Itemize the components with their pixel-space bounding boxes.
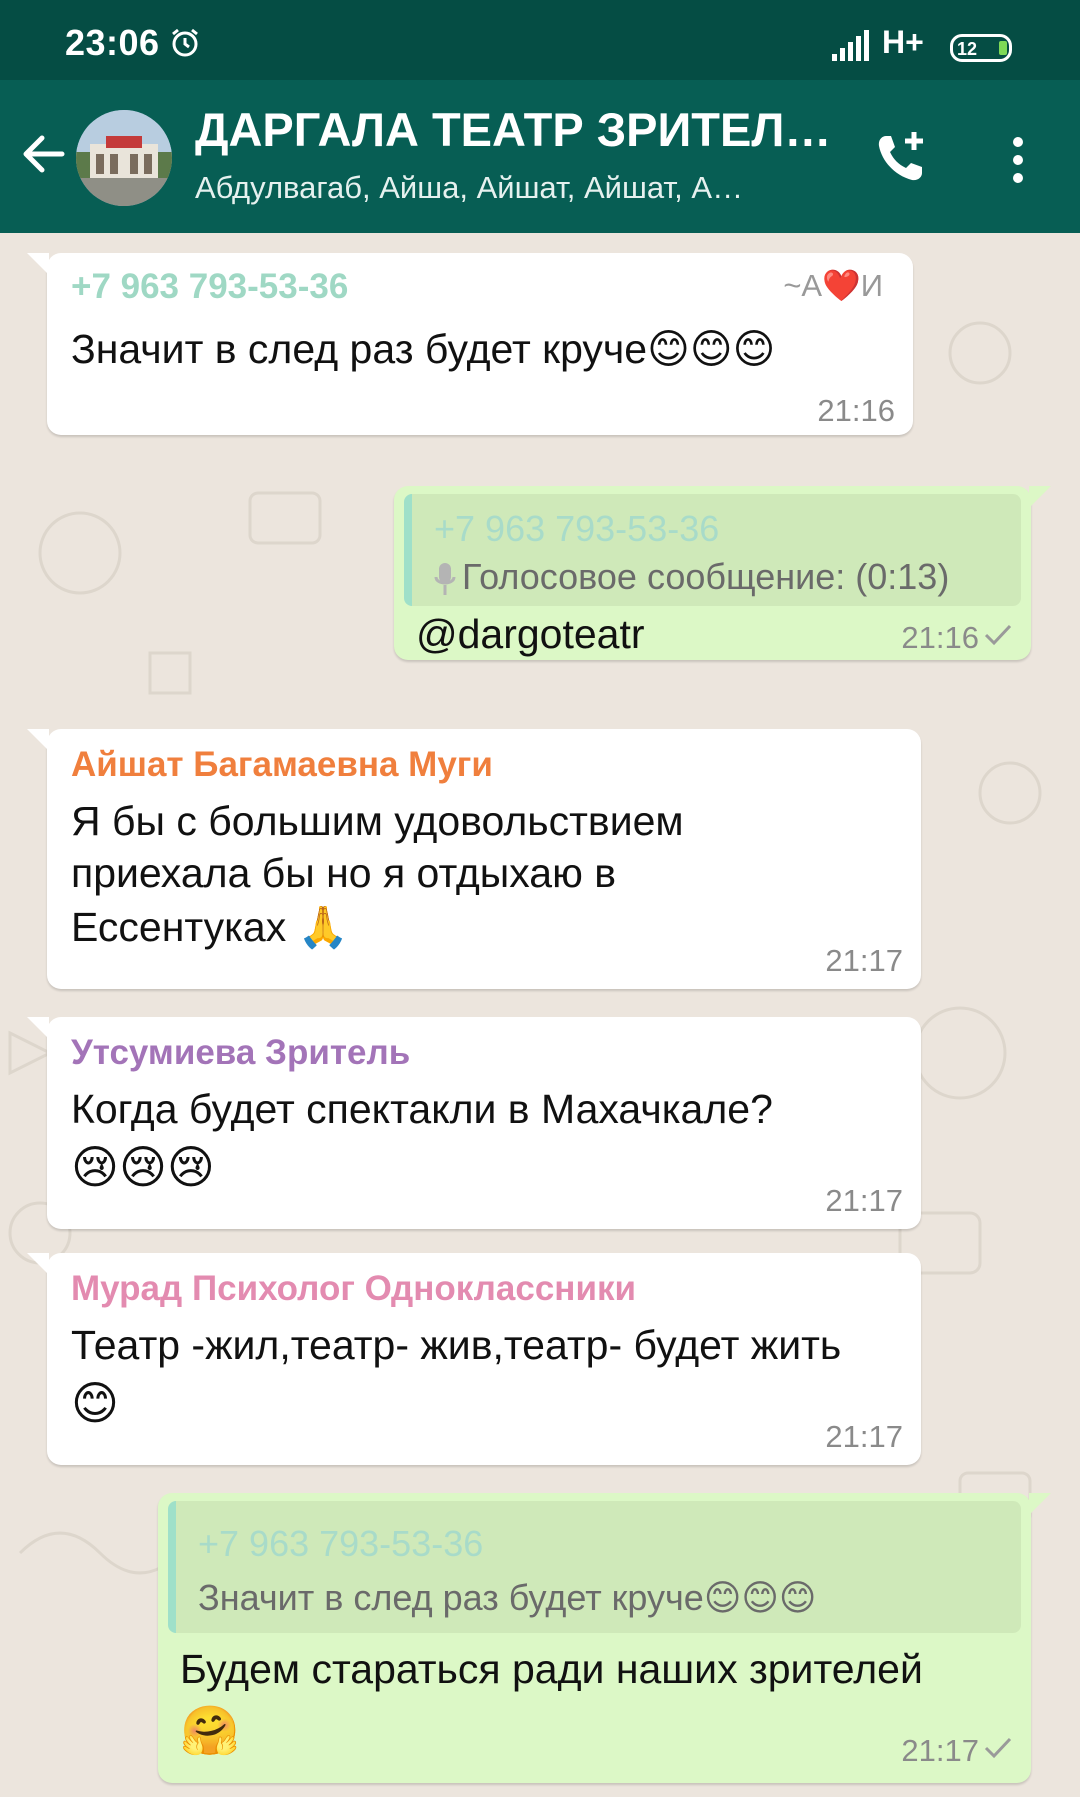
battery-icon: 12 [950,34,1012,62]
message-time: 21:17 [825,1419,903,1454]
message-sender[interactable]: Мурад Психолог Одноклассники [71,1269,636,1309]
chat-area[interactable]: +7 963 793-53-36 ~А❤️И Значит в след раз… [0,233,1080,1797]
message-text: @dargoteatr [416,611,645,657]
chat-header: ДАРГАЛА ТЕАТР ЗРИТЕЛ… Абдулвагаб, Айша, … [0,80,1080,233]
message-time: 21:17 [901,1733,979,1768]
quoted-text-row: Голосовое сообщение: (0:13) [434,556,949,598]
message-sender[interactable]: Утсумиева Зритель [71,1033,410,1073]
message-text: Значит в след раз будет круче😊😊😊 [71,326,776,372]
message-bubble-incoming[interactable]: +7 963 793-53-36 ~А❤️И Значит в след раз… [27,253,913,435]
microphone-icon [434,563,456,596]
message-time: 21:17 [825,1183,903,1218]
message-text-line: Я бы с большим удовольствием [71,798,684,844]
network-type: H+ [882,24,924,60]
add-call-icon[interactable] [872,128,932,188]
back-arrow-icon[interactable] [18,128,70,180]
chat-participants[interactable]: Абдулвагаб, Айша, Айшат, Айшат, А… [195,170,815,206]
quoted-sender: +7 963 793-53-36 [434,508,720,549]
sent-check-icon [984,1737,1012,1759]
quoted-sender: +7 963 793-53-36 [198,1523,484,1564]
quoted-text: Значит в след раз будет круче😊😊😊 [198,1577,817,1618]
message-text-line: приехала бы но я отдыхаю в [71,850,617,896]
message-text-line: Театр -жил,театр- жив,театр- будет жить [71,1322,842,1368]
message-text-line: Будем стараться ради наших зрителей [180,1646,923,1692]
sent-check-icon [984,624,1012,646]
message-sender[interactable]: Айшат Багамаевна Муги [71,745,493,785]
message-sender-nickname: ~А❤️И [783,268,883,303]
quoted-text: Голосовое сообщение: (0:13) [462,556,950,597]
message-bubble-outgoing[interactable]: +7 963 793-53-36 Значит в след раз будет… [158,1493,1051,1783]
group-avatar[interactable] [76,110,172,206]
battery-level: 12 [957,39,978,59]
message-time: 21:17 [825,943,903,978]
alarm-icon [172,28,198,57]
quoted-message[interactable]: +7 963 793-53-36 Значит в след раз будет… [168,1501,1021,1633]
message-text-line: 🤗 [180,1705,240,1758]
message-text-line: Когда будет спектакли в Махачкале? [71,1086,773,1132]
quoted-message[interactable]: +7 963 793-53-36 Голосовое сообщение: (0… [404,494,1021,606]
message-bubble-incoming[interactable]: Айшат Багамаевна Муги Я бы с большим удо… [27,729,921,989]
status-time: 23:06 [65,22,160,63]
status-bar: 23:06 H+ 12 [0,0,1080,80]
message-sender[interactable]: +7 963 793-53-36 [71,267,348,307]
message-bubble-outgoing[interactable]: +7 963 793-53-36 Голосовое сообщение: (0… [394,486,1051,660]
signal-icon [832,30,869,61]
chat-title[interactable]: ДАРГАЛА ТЕАТР ЗРИТЕЛ… [195,102,835,157]
message-time: 21:16 [901,620,979,655]
message-time: 21:16 [817,393,895,428]
more-vert-icon[interactable] [1003,132,1033,192]
message-text-line: 😊 [71,1377,119,1429]
message-bubble-incoming[interactable]: Утсумиева Зритель Когда будет спектакли … [27,1017,921,1229]
message-bubble-incoming[interactable]: Мурад Психолог Одноклассники Театр -жил,… [27,1253,921,1465]
message-text-line: 😢😢😢 [71,1141,215,1193]
message-text-line: Ессентуках 🙏 [71,904,349,950]
